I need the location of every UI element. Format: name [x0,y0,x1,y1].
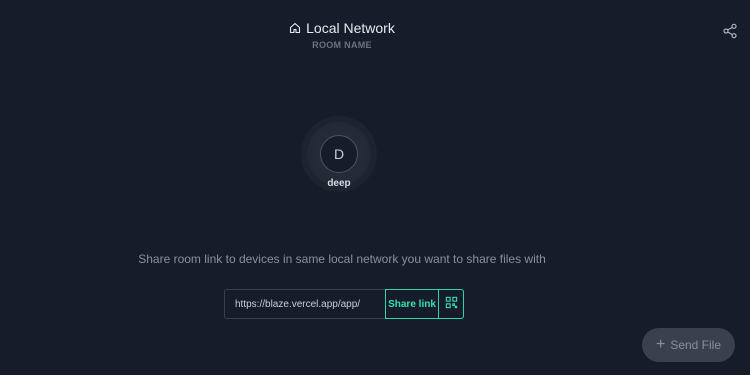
room-name-caption: ROOM NAME [312,40,372,50]
room-title-row: Local Network [289,18,395,38]
share-hint-text: Share room link to devices in same local… [138,252,546,266]
plus-icon: + [655,336,666,353]
room-link-input[interactable] [224,289,385,319]
room-header: Local Network ROOM NAME [0,18,684,50]
share-link-group: Share link [224,289,464,319]
share-link-button[interactable]: Share link [385,289,439,319]
home-icon [289,22,301,34]
peer-ring: D [307,122,371,186]
qr-code-button[interactable] [439,289,464,319]
room-page: Local Network ROOM NAME D deep Share roo… [0,0,750,375]
peer-device[interactable]: D deep [307,122,371,189]
send-file-button[interactable]: + Send File [642,328,735,362]
share-icon[interactable] [722,23,738,39]
qr-code-icon [445,296,458,312]
peer-name: deep [327,178,351,189]
avatar: D [320,135,358,173]
send-file-label: Send File [670,338,722,352]
room-title: Local Network [306,20,395,36]
